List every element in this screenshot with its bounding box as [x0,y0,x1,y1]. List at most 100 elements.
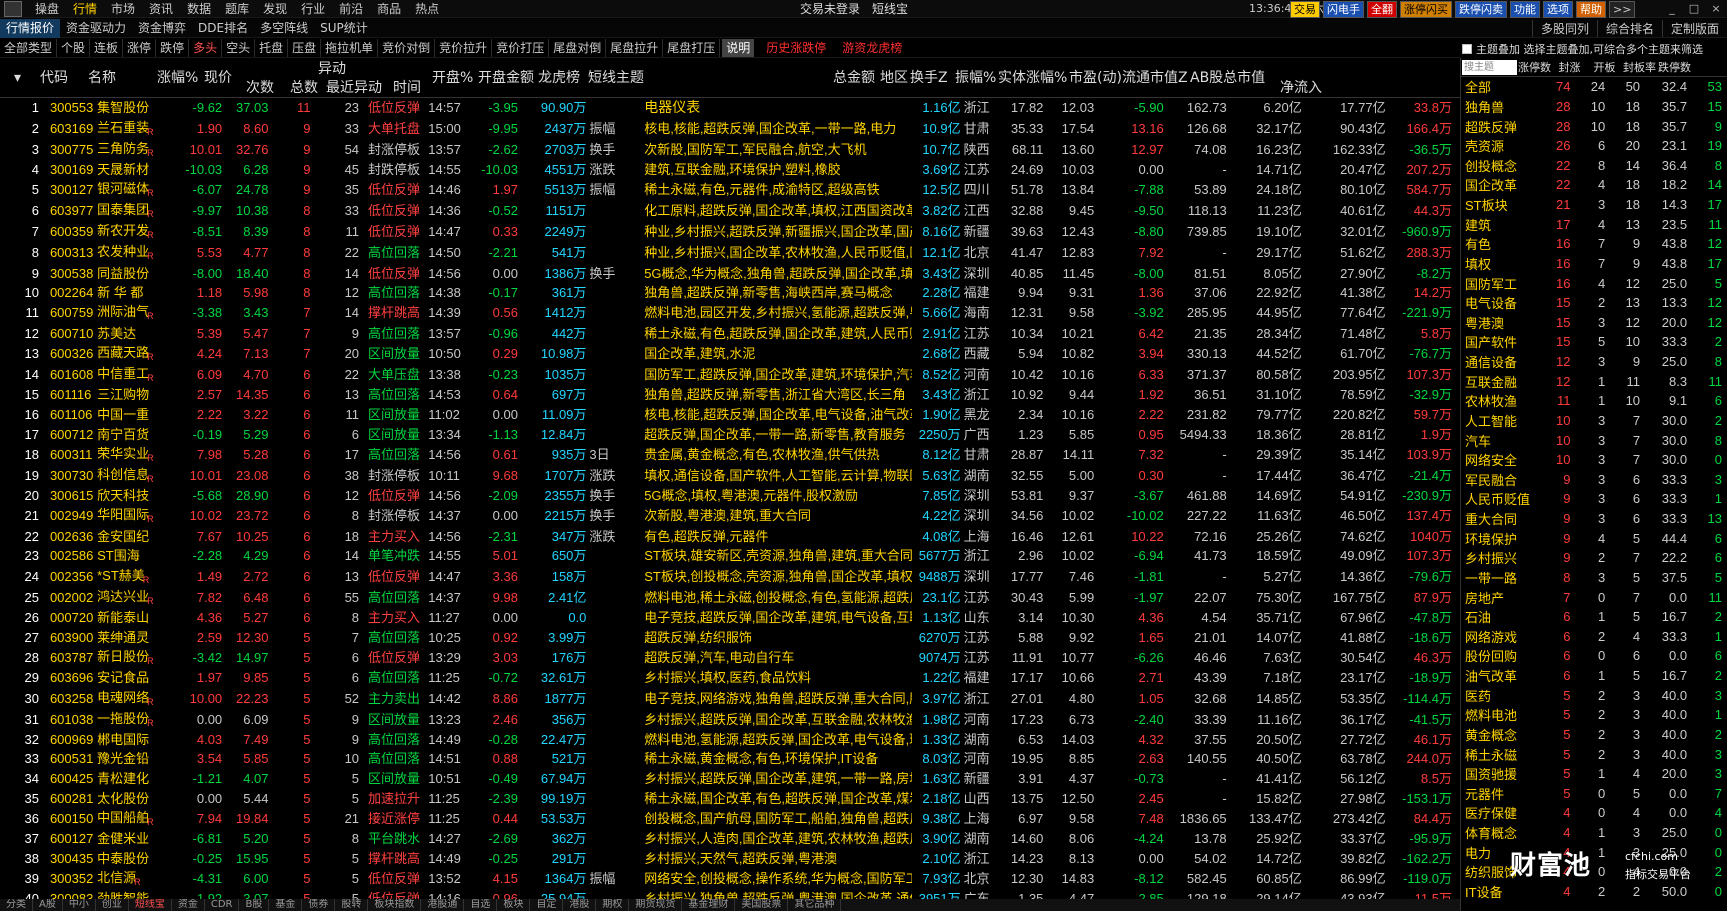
header-open[interactable]: 开盘% [432,59,473,98]
filter-item[interactable]: 托盘 [255,39,289,57]
stock-name-label[interactable]: 洲际油气 [97,304,149,319]
header-price[interactable]: 现价 [204,59,232,98]
menu-item[interactable]: 市场 [104,0,142,18]
topic-row[interactable]: 填权 16 7 9 43.8 17 [1461,254,1726,274]
topic-col-header[interactable]: 跌停数 [1657,59,1692,75]
header-theme[interactable]: 短线主题 [588,59,644,98]
minimize-icon[interactable]: _ [1661,0,1683,18]
header-turnover[interactable]: 换手Z [910,59,948,98]
stock-name-label[interactable]: 荣华实业 [97,446,149,461]
table-row[interactable]: 10 002264 新 华 都 1.18 5.98 8 12 高位回落 14:38 -0.17 36… [0,283,1455,303]
tab[interactable]: 资金驱动力 [60,19,132,38]
topic-row[interactable]: 稀土永磁 5 2 3 40.0 3 [1461,744,1726,764]
topic-row[interactable]: 军民融合 9 3 6 33.3 3 [1461,470,1726,490]
toolbar-button[interactable]: 跌停闪卖 [1455,1,1507,18]
topic-row[interactable]: 建筑 17 4 13 23.5 11 [1461,214,1726,234]
bottom-tab[interactable]: 板块 [497,899,531,911]
bottom-tab[interactable]: 基金 [269,899,303,911]
filter-item[interactable]: 个股 [57,39,91,57]
topic-row[interactable]: 创投概念 22 8 14 36.4 8 [1461,156,1726,176]
topic-row[interactable]: 环境保护 9 4 5 44.4 6 [1461,528,1726,548]
header-region[interactable]: 地区 [880,59,908,98]
stock-name-label[interactable]: 太化股份 [97,791,149,806]
header-recent[interactable]: 最近异动 [326,78,382,98]
toolbar-button[interactable]: 闪电手 [1323,1,1364,18]
filter-item[interactable]: 多头 [189,39,223,57]
topic-row[interactable]: 独角兽 28 10 18 35.7 15 [1461,97,1726,117]
topic-row[interactable]: 农林牧渔 11 1 10 9.1 6 [1461,391,1726,411]
table-row[interactable]: 11 600759 洲际油气R -3.38 3.43 7 14 撑杆跳高 14:39 0.56 14… [0,302,1455,323]
table-row[interactable]: 6 603977 国泰集团R -9.97 10.38 8 33 低位反弹 14:36 -0.52 1… [0,200,1455,221]
topic-col-header[interactable]: 涨停数 [1517,59,1552,75]
table-row[interactable]: 31 601038 一拖股份R 0.00 6.09 5 9 区间放量 13:23 2.46 356万… [0,709,1455,730]
table-row[interactable]: 37 600127 金健米业 -6.81 5.20 5 8 平台跳水 14:27 -2.69 362… [0,829,1455,849]
header-net-inflow[interactable]: 净流入 [1280,78,1322,98]
stock-name-label[interactable]: 鸿达兴业 [97,589,149,604]
stock-name-label[interactable]: 兰石重装 [97,120,149,135]
menu-item[interactable]: 行情 [66,0,104,18]
table-row[interactable]: 18 600311 荣华实业R 7.98 5.28 6 17 高位回落 14:56 0.61 935… [0,444,1455,465]
bottom-tab[interactable]: 自选 [464,899,498,911]
toolbar-button[interactable]: 涨停闪买 [1400,1,1452,18]
stock-name-label[interactable]: 西藏天路 [97,345,149,360]
topic-row[interactable]: 元器件 5 0 5 0.0 7 [1461,784,1726,804]
table-row[interactable]: 21 002949 华阳国际R 10.02 23.72 6 8 封涨停板 14:37 0.00 22… [0,505,1455,526]
filter-item[interactable]: 竞价拉升 [435,39,493,57]
toolbar-button[interactable]: >> [1609,1,1636,18]
toolbar-button[interactable]: 帮助 [1576,1,1606,18]
bottom-tab[interactable]: 短线宝 [129,899,172,911]
topic-row[interactable]: 人民币贬值 9 3 6 33.3 1 [1461,489,1726,509]
stock-name-label[interactable]: 华阳国际 [97,507,149,522]
topic-row[interactable]: 医疗保健 4 0 4 0.0 4 [1461,803,1726,823]
stock-name-label[interactable]: 苏美达 [97,326,136,341]
filter-item[interactable]: 连板 [90,39,124,57]
header-pe[interactable]: 市盈(动) [1069,59,1122,98]
topic-row[interactable]: 通信设备 12 3 9 25.0 8 [1461,352,1726,372]
topic-row[interactable]: 石油 6 1 5 16.7 2 [1461,607,1726,627]
header-dragon[interactable]: 龙虎榜 [538,59,580,98]
toolbar-button[interactable]: 交易 [1290,1,1320,18]
bottom-tab[interactable]: 基金理财 [682,899,736,911]
topic-row[interactable]: 全部 74 24 50 32.4 53 [1461,77,1726,97]
filter-item[interactable]: 尾盘对倒 [549,39,607,57]
topic-row[interactable]: 互联金融 12 1 11 8.3 11 [1461,371,1726,391]
filter-item[interactable]: 拖拉机单 [321,39,379,57]
bottom-tab[interactable]: 港股 [563,899,597,911]
menu-item[interactable]: 题库 [218,0,256,18]
header-open-amount[interactable]: 开盘金额 [478,59,534,98]
stock-name-label[interactable]: 三江购物 [97,387,149,402]
menu-item[interactable]: 操盘 [28,0,66,18]
stock-name-label[interactable]: 银河磁体 [97,181,149,196]
header-time[interactable]: 时间 [393,78,421,98]
topic-col-header[interactable]: 封涨 [1552,59,1587,75]
topic-row[interactable]: 粤港澳 15 3 12 20.0 12 [1461,313,1726,333]
bottom-tab[interactable]: 资金 [172,899,205,911]
stock-name-label[interactable]: 欣天科技 [97,488,149,503]
topic-row[interactable]: IT设备 4 2 2 50.0 0 [1461,882,1726,902]
tab-right[interactable]: 综合排名 [1596,19,1662,37]
table-row[interactable]: 28 603787 新日股份R -3.42 14.97 5 6 低位反弹 13:29 3.03 17… [0,647,1455,668]
table-row[interactable]: 8 600313 农发种业R 5.53 4.77 8 22 高位回落 14:50 -2.21 541… [0,242,1455,263]
table-row[interactable]: 14 601608 中信重工R 6.09 4.70 6 22 大单压盘 13:38 -0.23 10… [0,364,1455,385]
table-row[interactable]: 26 000720 新能泰山 4.36 5.27 6 8 主力买入 11:27 0.00 0.0 电子… [0,608,1455,628]
stock-name-label[interactable]: 集智股份 [97,100,149,115]
table-row[interactable]: 22 002636 金安国纪 7.67 10.25 6 18 主力买入 14:56 -2.31 34… [0,526,1455,546]
topic-row[interactable]: 超跌反弹 28 10 18 35.7 9 [1461,116,1726,136]
table-row[interactable]: 7 600359 新农开发R -8.51 8.39 8 11 低位反弹 14:47 0.33 224… [0,221,1455,242]
stock-name-label[interactable]: 新 华 都 [97,285,143,300]
table-row[interactable]: 35 600281 太化股份 0.00 5.44 5 5 加速拉升 11:25 -2.39 99.1… [0,788,1455,808]
topic-row[interactable]: 乡村振兴 9 2 7 22.2 6 [1461,548,1726,568]
topic-row[interactable]: 电力 4 1 3 25.0 0 [1461,842,1726,862]
table-row[interactable]: 5 300127 银河磁体R -6.07 24.78 9 35 低位反弹 14:46 1.97 55… [0,179,1455,200]
table-row[interactable]: 29 603696 安记食品 1.97 9.85 5 6 高位回落 11:25 -0.72 32.6… [0,668,1455,688]
checkbox-icon[interactable] [1462,44,1472,54]
stock-name-label[interactable]: *ST赫美 [97,568,145,583]
stock-name-label[interactable]: 农发种业 [97,244,149,259]
stock-name-label[interactable]: 莱绅通灵 [97,630,149,645]
topic-row[interactable]: 医药 5 2 3 40.0 3 [1461,685,1726,705]
topic-row[interactable]: 燃料电池 5 2 3 40.0 1 [1461,705,1726,725]
sort-arrow-icon[interactable]: ▾ [14,59,21,98]
table-row[interactable]: 33 600531 豫光金铅 3.54 5.85 5 10 高位回落 14:51 0.88 521万… [0,749,1455,769]
topic-row[interactable]: 一带一路 8 3 5 37.5 5 [1461,568,1726,588]
tab-right[interactable]: 定制版面 [1661,19,1727,37]
